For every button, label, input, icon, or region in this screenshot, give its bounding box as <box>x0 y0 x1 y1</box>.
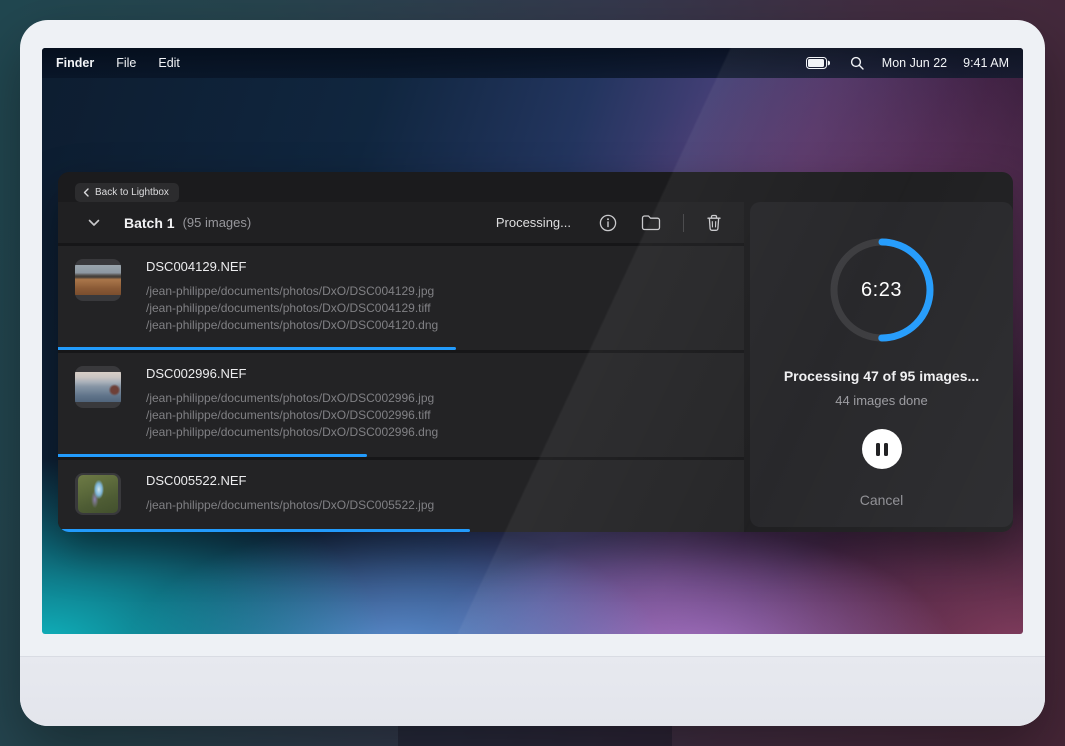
menu-item-edit[interactable]: Edit <box>158 56 180 70</box>
file-thumbnail <box>75 366 121 408</box>
info-icon[interactable] <box>597 212 619 234</box>
progress-ring: 6:23 <box>827 235 937 345</box>
menu-item-file[interactable]: File <box>116 56 136 70</box>
batch-status-label: Processing... <box>496 215 571 230</box>
file-row[interactable]: DSC004129.NEF /jean-philippe/documents/p… <box>58 246 744 350</box>
monitor-chin <box>20 656 1045 726</box>
battery-icon[interactable] <box>804 55 832 71</box>
file-output-path: /jean-philippe/documents/photos/DxO/DSC0… <box>146 390 438 407</box>
file-output-path: /jean-philippe/documents/photos/DxO/DSC0… <box>146 317 438 334</box>
images-done-count: 44 images done <box>835 393 928 408</box>
menu-time[interactable]: 9:41 AM <box>963 56 1009 70</box>
file-list: DSC004129.NEF /jean-philippe/documents/p… <box>58 246 744 532</box>
folder-icon[interactable] <box>639 212 663 233</box>
search-icon[interactable] <box>848 54 866 72</box>
chevron-down-icon[interactable] <box>86 217 102 229</box>
menu-date[interactable]: Mon Jun 22 <box>882 56 947 70</box>
file-progress-bar <box>58 347 456 350</box>
file-output-path: /jean-philippe/documents/photos/DxO/DSC0… <box>146 407 438 424</box>
window-toolbar: Back to Lightbox <box>58 172 1013 202</box>
file-thumbnail <box>75 473 121 515</box>
file-thumbnail <box>75 259 121 301</box>
screen: Finder File Edit Mon <box>42 48 1023 634</box>
file-row[interactable]: DSC002996.NEF /jean-philippe/documents/p… <box>58 353 744 457</box>
pause-icon <box>876 443 880 456</box>
file-output-path: /jean-philippe/documents/photos/DxO/DSC0… <box>146 283 438 300</box>
file-output-path: /jean-philippe/documents/photos/DxO/DSC0… <box>146 497 434 514</box>
file-progress-bar <box>58 529 470 532</box>
file-name: DSC004129.NEF <box>146 259 438 274</box>
back-to-lightbox-button[interactable]: Back to Lightbox <box>75 183 179 202</box>
time-remaining: 6:23 <box>827 235 937 345</box>
batch-processing-window: Back to Lightbox Batch 1 (95 images) <box>58 172 1013 532</box>
file-name: DSC002996.NEF <box>146 366 438 381</box>
header-divider <box>683 214 684 232</box>
batch-title: Batch 1 <box>124 215 175 231</box>
pause-button[interactable] <box>862 429 902 469</box>
menu-bar: Finder File Edit Mon <box>42 48 1023 78</box>
trash-icon[interactable] <box>704 212 724 234</box>
back-button-label: Back to Lightbox <box>95 187 169 198</box>
chevron-left-icon <box>83 188 89 197</box>
file-name: DSC005522.NEF <box>146 473 434 488</box>
batch-list-column: Batch 1 (95 images) Processing... <box>58 202 744 532</box>
file-output-path: /jean-philippe/documents/photos/DxO/DSC0… <box>146 300 438 317</box>
file-output-path: /jean-philippe/documents/photos/DxO/DSC0… <box>146 424 438 441</box>
processing-status: Processing 47 of 95 images... <box>784 368 979 384</box>
monitor-stand <box>398 726 672 746</box>
batch-header[interactable]: Batch 1 (95 images) Processing... <box>58 202 744 243</box>
processing-panel: 6:23 Processing 47 of 95 images... 44 im… <box>750 202 1013 527</box>
batch-count: (95 images) <box>183 215 252 230</box>
file-progress-bar <box>58 454 367 457</box>
file-row[interactable]: DSC005522.NEF /jean-philippe/documents/p… <box>58 460 744 532</box>
menu-app-name[interactable]: Finder <box>56 56 94 70</box>
monitor-frame: Finder File Edit Mon <box>20 20 1045 726</box>
cancel-button[interactable]: Cancel <box>860 492 904 508</box>
